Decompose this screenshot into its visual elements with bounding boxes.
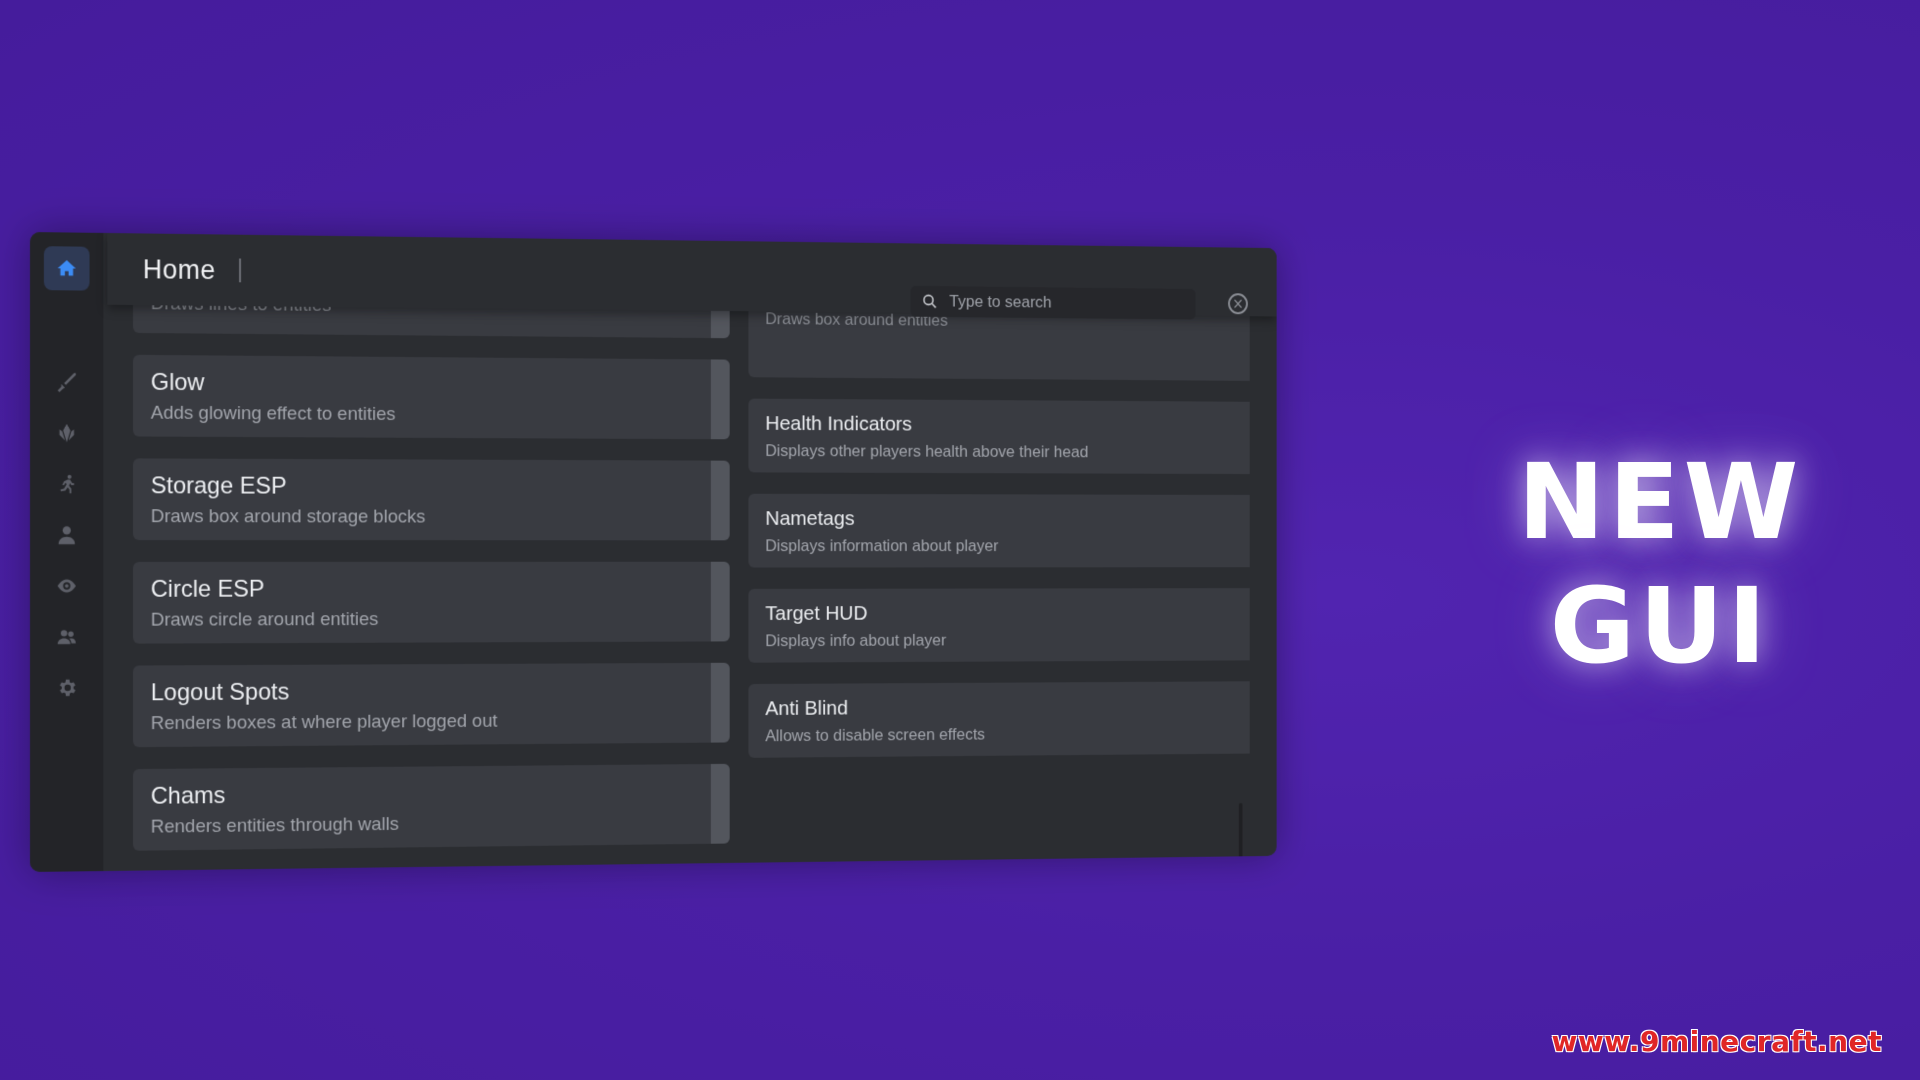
- module-card-circle-esp[interactable]: Circle ESP Draws circle around entities: [132, 561, 730, 644]
- close-button[interactable]: ×: [1228, 293, 1248, 315]
- module-name: Anti Blind: [765, 697, 849, 720]
- module-card-glow[interactable]: Glow Adds glowing effect to entities: [132, 354, 730, 440]
- crystal-icon: [59, 424, 75, 443]
- module-column-right: Draws box around entities Health Indicat…: [748, 303, 1250, 779]
- promo-line-2: GUI: [1549, 565, 1771, 687]
- module-name: Circle ESP: [150, 575, 265, 603]
- module-name: Storage ESP: [150, 472, 287, 500]
- sidebar-item-render[interactable]: [44, 564, 90, 608]
- module-card-chams[interactable]: Chams Renders entities through walls: [132, 763, 730, 851]
- module-desc: Adds glowing effect to entities: [150, 402, 396, 425]
- close-icon: ×: [1232, 294, 1244, 312]
- search-icon: [922, 293, 939, 311]
- user-icon: [58, 527, 76, 546]
- eye-icon: [57, 579, 76, 593]
- gui-window: Home × Draws lines to entities Glow Adds…: [30, 232, 1277, 872]
- stage: Home × Draws lines to entities Glow Adds…: [0, 0, 1920, 1080]
- gear-icon: [59, 679, 76, 697]
- module-card-nametags[interactable]: Nametags Displays information about play…: [748, 493, 1250, 568]
- sidebar-item-settings[interactable]: [44, 666, 90, 710]
- module-card-health-indicators[interactable]: Health Indicators Displays other players…: [748, 398, 1250, 475]
- module-name: Target HUD: [765, 602, 868, 625]
- sidebar-item-combat[interactable]: [44, 360, 90, 404]
- module-name: Glow: [150, 368, 205, 397]
- module-card-anti-blind[interactable]: Anti Blind Allows to disable screen effe…: [748, 681, 1250, 758]
- module-card-logout-spots[interactable]: Logout Spots Renders boxes at where play…: [132, 662, 730, 748]
- module-desc: Displays info about player: [765, 630, 947, 650]
- module-name: Nametags: [765, 507, 855, 530]
- page-title: Home: [142, 253, 216, 285]
- promo-line-1: NEW: [1517, 441, 1803, 563]
- scrollbar[interactable]: [1238, 803, 1243, 870]
- watermark: www.9minecraft.net: [1551, 1025, 1882, 1058]
- search-input[interactable]: [947, 291, 1189, 315]
- sidebar-item-player[interactable]: [44, 513, 90, 557]
- promo-title: NEW GUI: [1410, 440, 1910, 688]
- module-card-target-hud[interactable]: Target HUD Displays info about player: [748, 588, 1250, 663]
- running-icon: [60, 475, 75, 495]
- sword-icon: [57, 373, 76, 393]
- module-desc: Renders boxes at where player logged out: [150, 710, 498, 735]
- sidebar-item-world[interactable]: [44, 411, 90, 455]
- title-divider: [239, 258, 242, 283]
- module-name: Logout Spots: [150, 678, 290, 707]
- module-name: Chams: [150, 782, 226, 810]
- module-desc: Renders entities through walls: [150, 814, 399, 838]
- sidebar-item-friends[interactable]: [44, 615, 90, 659]
- sidebar: [30, 232, 104, 872]
- users-icon: [57, 630, 76, 645]
- module-list: Draws lines to entities Glow Adds glowin…: [107, 296, 1250, 871]
- header: Home ×: [107, 233, 1277, 320]
- module-card-storage-esp[interactable]: Storage ESP Draws box around storage blo…: [132, 458, 730, 541]
- module-column-left: Draws lines to entities Glow Adds glowin…: [132, 296, 730, 871]
- module-desc: Allows to disable screen effects: [765, 725, 986, 746]
- home-icon: [57, 260, 76, 277]
- search-box[interactable]: [910, 285, 1196, 320]
- module-name: Health Indicators: [765, 412, 912, 436]
- module-desc: Draws circle around entities: [150, 609, 379, 631]
- module-desc: Displays other players health above thei…: [765, 441, 1089, 462]
- sidebar-item-home[interactable]: [43, 246, 90, 291]
- sidebar-item-movement[interactable]: [44, 462, 90, 506]
- module-desc: Displays information about player: [765, 536, 999, 555]
- module-desc: Draws box around storage blocks: [150, 506, 426, 528]
